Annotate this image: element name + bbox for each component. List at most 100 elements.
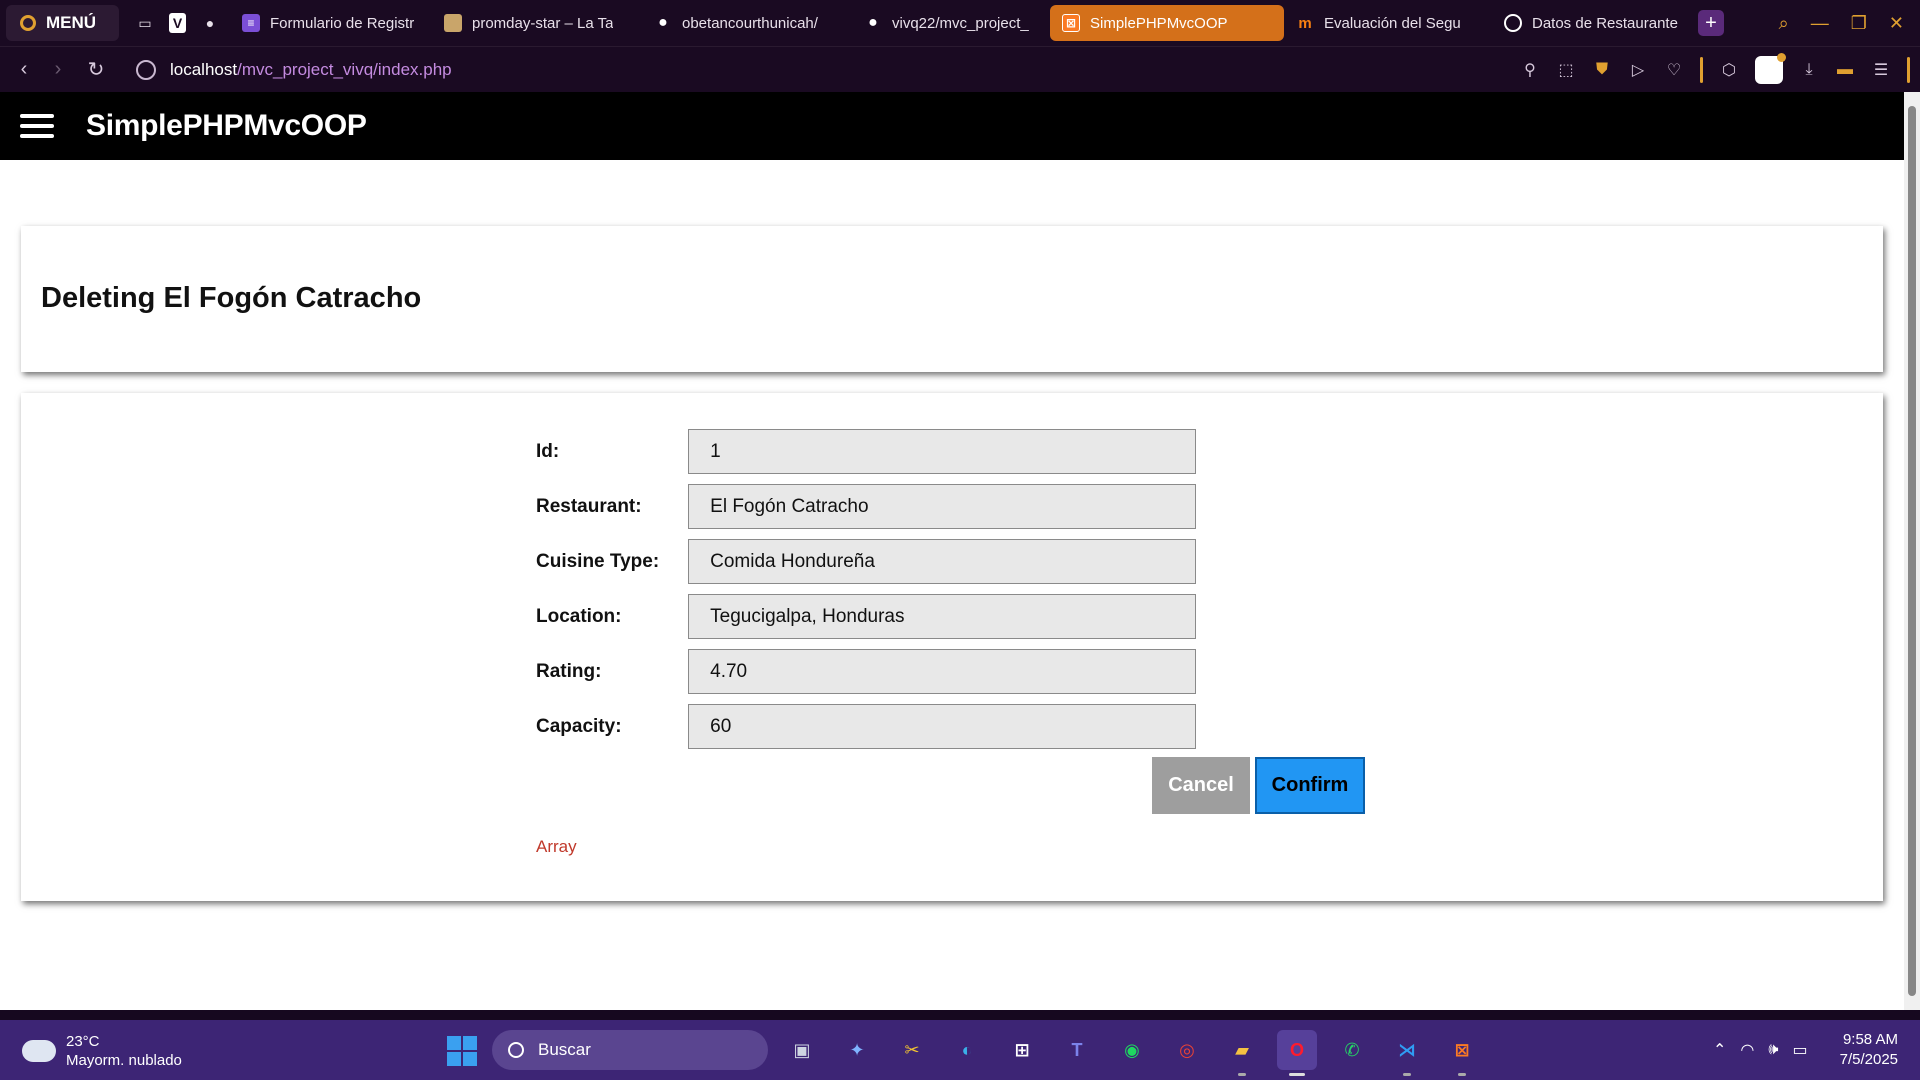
tab-obetancourt[interactable]: ● obetancourthunicah/ (646, 5, 852, 41)
volume-icon[interactable]: 🕪 (1768, 1041, 1778, 1059)
id-field[interactable]: 1 (688, 429, 1196, 474)
browser-tab-strip: MENÚ ▭ V ● ≡ Formulario de Registr promd… (0, 0, 1920, 46)
debug-output-text: Array (536, 837, 577, 856)
battery-icon[interactable]: ▭ (1792, 1040, 1807, 1060)
back-icon[interactable]: ‹ (14, 58, 34, 81)
chatgpt-icon (1504, 14, 1522, 32)
rating-field[interactable]: 4.70 (688, 649, 1196, 694)
clock-date: 7/5/2025 (1839, 1051, 1898, 1068)
extensions-icon[interactable]: ⬡ (1719, 60, 1739, 80)
opera-gx-icon[interactable]: O (1277, 1030, 1317, 1076)
tab-vivq22[interactable]: ● vivq22/mvc_project_ (856, 5, 1046, 41)
copilot-icon[interactable]: ✦ (837, 1030, 877, 1070)
restaurant-label: Restaurant: (536, 495, 642, 517)
cuisine-type-field[interactable]: Comida Hondureña (688, 539, 1196, 584)
cancel-button[interactable]: Cancel (1152, 757, 1250, 814)
tab-formulario[interactable]: ≡ Formulario de Registr (234, 5, 432, 41)
toolbar-separator (1700, 57, 1703, 83)
github-icon: ● (868, 14, 878, 31)
restaurant-field[interactable]: El Fogón Catracho (688, 484, 1196, 529)
form-row-restaurant: Restaurant: El Fogón Catracho (536, 484, 1196, 529)
teams-icon[interactable]: T (1057, 1030, 1097, 1070)
vscode-icon[interactable]: ⋊ (1387, 1030, 1427, 1076)
weather-desc: Mayorm. nublado (66, 1052, 182, 1069)
send-icon[interactable]: ▷ (1628, 60, 1648, 80)
forward-icon[interactable]: › (48, 58, 68, 81)
confirm-button[interactable]: Confirm (1255, 757, 1365, 814)
snapshot-icon[interactable]: ⬚ (1556, 60, 1576, 80)
tab-label: Evaluación del Segu (1324, 14, 1461, 32)
wifi-icon[interactable]: ◠ (1740, 1040, 1754, 1060)
opera-menu-button[interactable]: MENÚ (6, 5, 119, 41)
hamburger-menu-icon[interactable] (20, 114, 54, 138)
clock[interactable]: 9:58 AM 7/5/2025 (1840, 1030, 1898, 1070)
github-icon: ● (658, 14, 668, 31)
site-info-icon[interactable] (136, 59, 156, 80)
tab-label: promday-star – La Ta (472, 14, 614, 32)
download-icon[interactable]: ⤓ (1799, 60, 1819, 80)
file-explorer-icon[interactable]: ▰ (1222, 1030, 1262, 1076)
snipping-tool-icon[interactable]: ✂ (892, 1030, 932, 1070)
maximize-icon[interactable]: ❐ (1851, 13, 1867, 34)
chrome-icon[interactable]: ◎ (1167, 1030, 1207, 1070)
easy-setup-icon[interactable]: ☰ (1871, 60, 1891, 80)
url-path: /mvc_project_vivq/index.php (237, 59, 452, 79)
reload-icon[interactable]: ↻ (86, 57, 106, 82)
page-viewport: SimplePHPMvcOOP Deleting El Fogón Catrac… (0, 92, 1904, 1010)
weather-widget[interactable]: 23°C Mayorm. nublado (22, 1032, 182, 1070)
system-tray: ⌃ ◠ 🕪 ▭ 9:58 AM 7/5/2025 (1713, 1020, 1898, 1080)
taskbar-search[interactable]: Buscar (492, 1030, 768, 1070)
xampp-icon[interactable]: ⊠ (1442, 1030, 1482, 1076)
form-actions: Cancel Confirm (1152, 757, 1365, 814)
form-icon: ≡ (242, 14, 260, 32)
form-row-location: Location: Tegucigalpa, Honduras (536, 594, 1196, 639)
search-icon (508, 1042, 524, 1058)
form-row-cuisine: Cuisine Type: Comida Hondureña (536, 539, 1196, 584)
pin-icon[interactable]: ⚲ (1520, 60, 1540, 80)
search-tabs-icon[interactable]: ⌕ (1779, 13, 1789, 34)
capacity-field[interactable]: 60 (688, 704, 1196, 749)
task-view-icon[interactable]: ▣ (782, 1030, 822, 1070)
tab-label: vivq22/mvc_project_ (892, 14, 1029, 32)
tab-promday[interactable]: promday-star – La Ta (436, 5, 642, 41)
game-controller-icon[interactable]: ▭ (135, 13, 155, 33)
whatsapp-icon[interactable]: ✆ (1332, 1030, 1372, 1070)
github-icon[interactable]: ● (200, 13, 220, 33)
minimize-icon[interactable]: — (1811, 13, 1829, 34)
close-window-icon[interactable]: ✕ (1889, 13, 1904, 34)
weather-temp: 23°C (66, 1033, 100, 1050)
url-field[interactable]: localhost/mvc_project_vivq/index.php (170, 60, 452, 80)
profile-avatar[interactable] (1755, 53, 1786, 84)
chevron-up-icon[interactable]: ⌃ (1713, 1040, 1726, 1060)
edge-icon[interactable]: ◐ (947, 1030, 987, 1070)
page-scrollbar[interactable] (1904, 92, 1920, 1010)
menu-label: MENÚ (46, 13, 97, 32)
url-host: localhost (170, 59, 238, 79)
capacity-label: Capacity: (536, 715, 622, 737)
battery-saver-icon[interactable]: ▬ (1835, 60, 1855, 80)
form-card: Id: 1 Restaurant: El Fogón Catracho Cuis… (21, 393, 1883, 901)
tab-datos-restaurante[interactable]: Datos de Restaurante (1496, 5, 1692, 41)
new-tab-button[interactable]: + (1698, 10, 1724, 36)
spotify-icon[interactable]: ◉ (1112, 1030, 1152, 1070)
app-title[interactable]: SimplePHPMvcOOP (86, 109, 367, 143)
microsoft-store-icon[interactable]: ⊞ (1002, 1030, 1042, 1070)
tab-evaluacion[interactable]: m Evaluación del Segu (1288, 5, 1492, 41)
heart-icon[interactable]: ♡ (1664, 60, 1684, 80)
scrollbar-thumb[interactable] (1908, 106, 1916, 996)
window-bottom-border (0, 1010, 1920, 1020)
taskbar-apps: ▣ ✦ ✂ ◐ ⊞ T ◉ ◎ ▰ O ✆ ⋊ ⊠ (782, 1030, 1482, 1076)
clock-time: 9:58 AM (1842, 1031, 1898, 1048)
location-field[interactable]: Tegucigalpa, Honduras (688, 594, 1196, 639)
tab-label: SimplePHPMvcOOP (1090, 14, 1228, 32)
id-label: Id: (536, 440, 560, 462)
v-logo-icon[interactable]: V (169, 13, 186, 33)
form-row-rating: Rating: 4.70 (536, 649, 1196, 694)
tab-simplephpmvcoop[interactable]: ⊠ SimplePHPMvcOOP (1050, 5, 1284, 41)
notification-dot (1777, 53, 1786, 62)
adblock-shield-icon[interactable]: ⛊ (1592, 60, 1612, 80)
windows-start-icon[interactable] (447, 1036, 477, 1066)
windows-taskbar: 23°C Mayorm. nublado Buscar ▣ ✦ ✂ ◐ ⊞ T … (0, 1020, 1920, 1080)
form-row-id: Id: 1 (536, 429, 1196, 474)
location-label: Location: (536, 605, 622, 627)
